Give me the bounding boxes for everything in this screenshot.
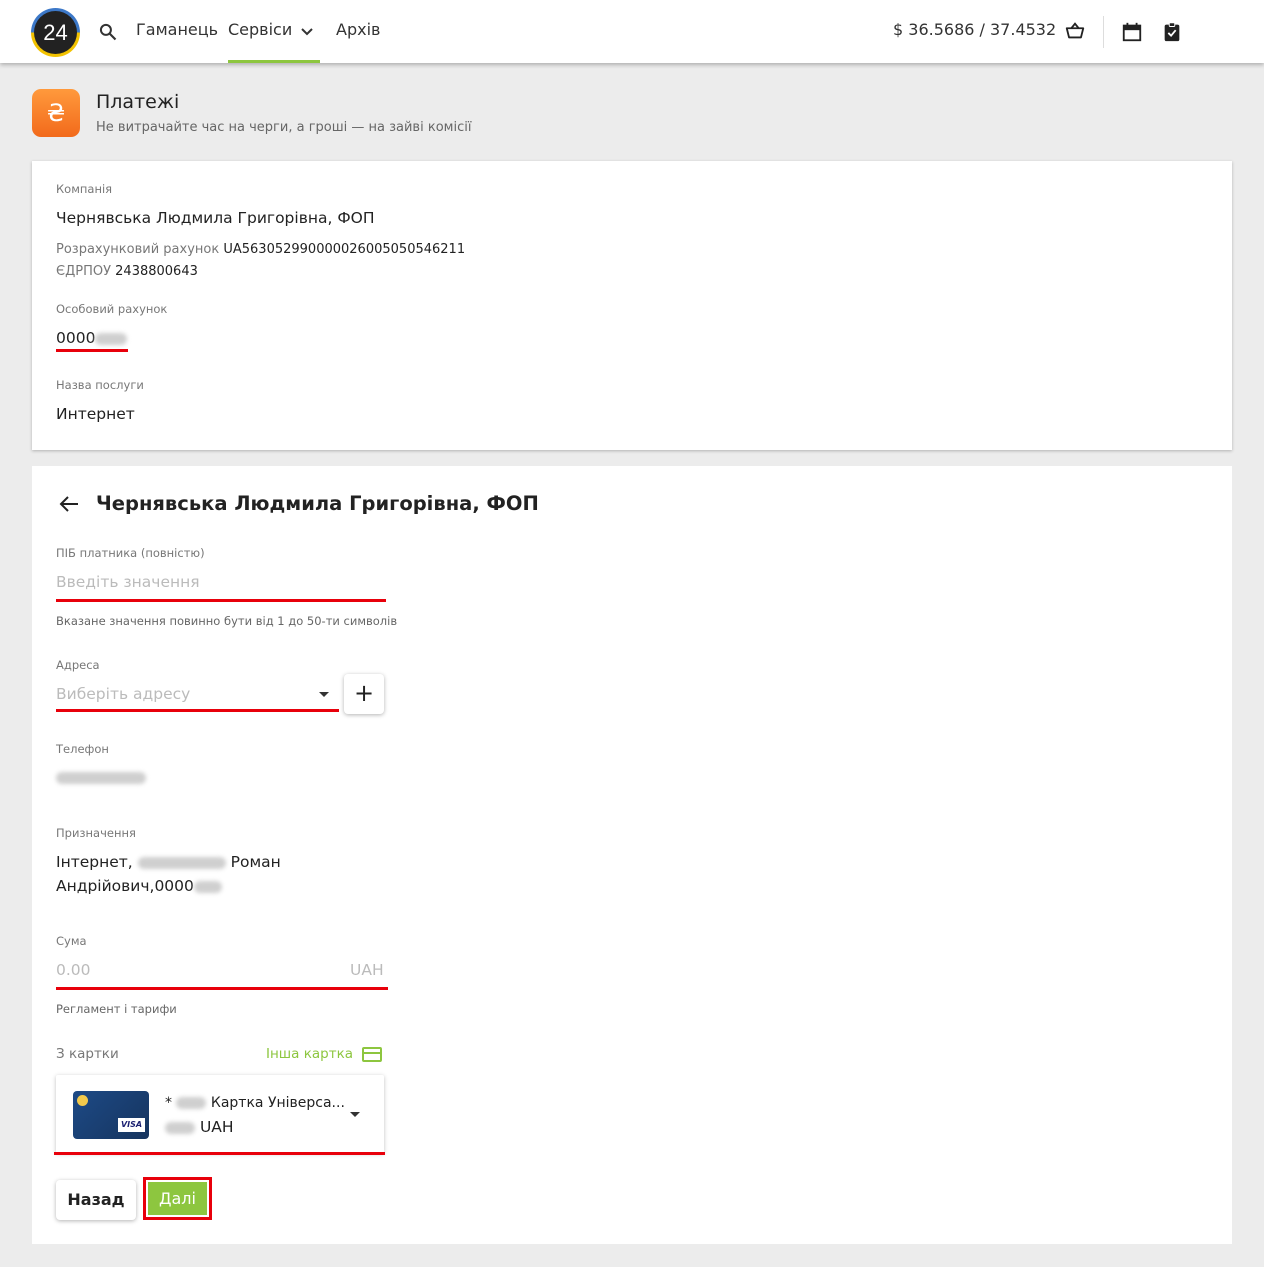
privat24-logo[interactable]: 24	[31, 8, 80, 57]
nav-archive[interactable]: Архів	[336, 20, 380, 39]
top-bar: 24 Гаманець Сервіси Архів $ 36.5686 / 37…	[0, 0, 1264, 63]
credit-card-icon[interactable]	[362, 1047, 382, 1062]
account-value: UA563052990000026005050546211	[223, 242, 466, 257]
card-title: Картка Універса...	[210, 1095, 345, 1111]
other-card-link[interactable]: Інша картка	[266, 1046, 353, 1062]
payment-summary-card	[32, 161, 1232, 450]
toolbar-divider	[1103, 16, 1104, 48]
back-button[interactable]: Назад	[56, 1180, 136, 1220]
highlight-underline	[54, 1152, 385, 1155]
highlight-underline	[56, 349, 128, 352]
edrpou-row: ЄДРПОУ 2438800643	[56, 264, 198, 279]
visa-logo: VISA	[118, 1118, 145, 1132]
nav-services[interactable]: Сервіси	[228, 20, 292, 39]
form-title: Чернявська Людмила Григорівна, ФОП	[96, 492, 539, 515]
edrpou-value: 2438800643	[115, 264, 198, 279]
card-star-icon	[77, 1095, 88, 1106]
dropdown-arrow-icon[interactable]	[319, 692, 329, 697]
blurred-text	[165, 1121, 195, 1134]
edrpou-label: ЄДРПОУ	[56, 264, 112, 279]
next-button[interactable]: Далі	[148, 1182, 207, 1215]
highlight-underline	[56, 709, 339, 712]
phone-label: Телефон	[56, 742, 109, 756]
personal-account-value: 0000	[56, 329, 128, 347]
phone-value-blurred	[56, 772, 146, 784]
account-row: Розрахунковий рахунок UA5630529900000260…	[56, 242, 465, 257]
highlight-underline	[56, 987, 388, 990]
nav-active-indicator	[228, 60, 320, 63]
search-icon[interactable]	[98, 22, 118, 42]
card-dropdown-arrow-icon[interactable]	[350, 1112, 360, 1117]
exchange-rate[interactable]: $ 36.5686 / 37.4532	[893, 20, 1056, 39]
personal-account-label: Особовий рахунок	[56, 302, 168, 316]
blurred-text	[95, 332, 128, 345]
service-name-label: Назва послуги	[56, 378, 144, 392]
personal-account-number: 0000	[56, 329, 96, 347]
blurred-text	[137, 856, 226, 869]
purpose-line-2: Андрійович,0000	[56, 877, 222, 895]
company-label: Компанія	[56, 182, 113, 196]
from-card-label: З картки	[56, 1046, 119, 1062]
amount-label: Сума	[56, 934, 87, 948]
service-name-value: Интернет	[56, 405, 135, 423]
blurred-text	[193, 880, 222, 893]
add-address-button[interactable]: +	[344, 674, 384, 714]
payer-name-hint: Вказане значення повинно бути від 1 до 5…	[56, 614, 398, 628]
page-title: Платежі	[96, 91, 180, 113]
next-button-highlight: Далі	[143, 1177, 212, 1220]
card-mask: *	[165, 1095, 172, 1111]
tariffs-link[interactable]: Регламент і тарифи	[56, 1002, 177, 1016]
purpose-service: Інтернет,	[56, 853, 133, 871]
amount-currency: UAH	[350, 961, 384, 979]
blurred-text	[176, 1097, 207, 1109]
account-label: Розрахунковий рахунок	[56, 242, 220, 257]
card-currency: UAH	[199, 1118, 234, 1136]
amount-input[interactable]: 0.00	[56, 961, 91, 979]
purpose-name: Роман	[230, 853, 281, 871]
highlight-underline	[56, 599, 386, 602]
company-value: Чернявська Людмила Григорівна, ФОП	[56, 209, 375, 227]
payer-name-input[interactable]: Введіть значення	[56, 573, 200, 591]
clipboard-check-icon[interactable]	[1161, 21, 1183, 43]
purpose-patronymic: Андрійович,0000	[56, 877, 194, 895]
basket-icon[interactable]	[1064, 20, 1086, 42]
nav-wallet[interactable]: Гаманець	[136, 20, 218, 39]
back-arrow-icon[interactable]	[59, 495, 79, 513]
purpose-label: Призначення	[56, 826, 136, 840]
address-label: Адреса	[56, 658, 100, 672]
address-select[interactable]: Виберіть адресу	[56, 685, 190, 703]
payments-service-icon: ₴	[32, 89, 80, 137]
logo-text: 24	[34, 11, 77, 54]
chevron-down-icon[interactable]	[299, 24, 315, 40]
purpose-line-1: Інтернет, Роман	[56, 853, 281, 871]
payer-name-label: ПІБ платника (повністю)	[56, 546, 205, 560]
calendar-icon[interactable]	[1121, 21, 1143, 43]
page-subtitle: Не витрачайте час на черги, а гроші — на…	[96, 120, 472, 135]
card-balance: UAH	[165, 1118, 234, 1136]
card-name: * Картка Універса...	[165, 1095, 345, 1111]
